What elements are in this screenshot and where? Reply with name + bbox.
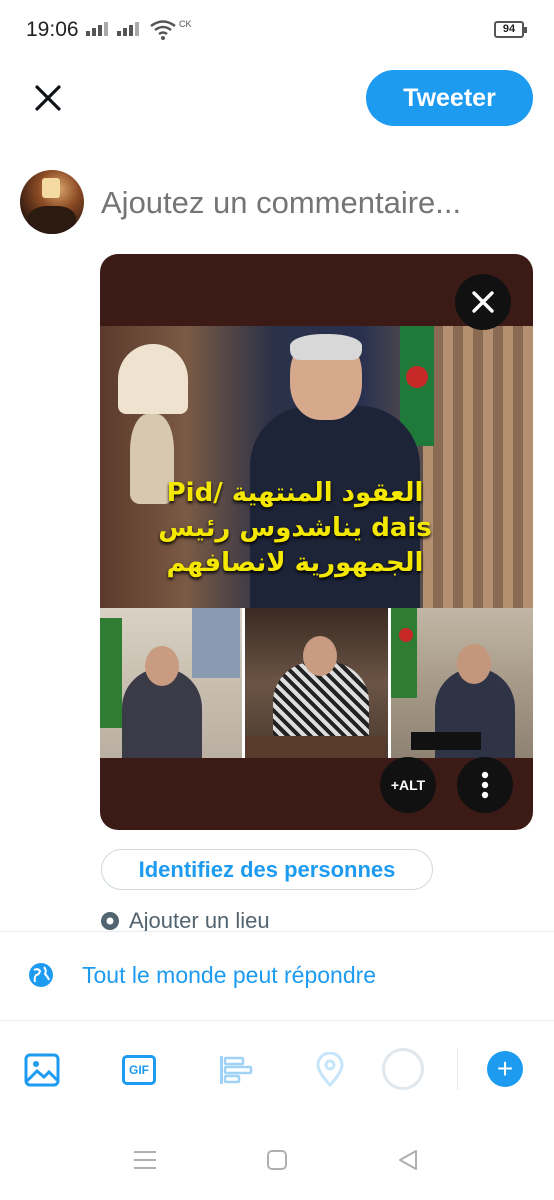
attached-image: العقود المنتهية /Pid dais يناشدوس رئيس ا… <box>100 326 533 608</box>
divider <box>0 1020 554 1021</box>
globe-icon <box>29 963 53 987</box>
square-icon <box>267 1150 287 1170</box>
image-text-line: العقود المنتهية /Pid <box>166 478 424 508</box>
attached-image-collage <box>100 608 533 758</box>
more-vertical-icon <box>481 771 489 799</box>
tag-people-button[interactable]: Identifiez des personnes <box>101 849 433 890</box>
comment-input[interactable] <box>101 178 541 228</box>
menu-icon <box>134 1151 156 1169</box>
battery-indicator: 94 <box>494 21 527 38</box>
wifi-label: CK <box>179 19 192 29</box>
tweet-button[interactable]: Tweeter <box>366 70 533 126</box>
wifi-icon <box>150 20 176 45</box>
close-button[interactable] <box>28 78 68 118</box>
image-caption-text: العقود المنتهية /Pid dais يناشدوس رئيس ا… <box>140 476 450 581</box>
add-tweet-button[interactable]: + <box>487 1051 523 1087</box>
close-icon <box>472 291 494 313</box>
character-count-ring <box>382 1048 424 1090</box>
add-gif-button[interactable]: GIF <box>119 1050 159 1090</box>
location-icon <box>316 1052 344 1088</box>
add-alt-text-button[interactable]: +ALT <box>380 757 436 813</box>
media-attachment: العقود المنتهية /Pid dais يناشدوس رئيس ا… <box>100 254 533 830</box>
add-location-tool-button[interactable] <box>310 1050 350 1090</box>
menu-nav-button[interactable] <box>130 1145 160 1175</box>
image-text-line: الجمهورية لانصافهم <box>166 548 424 579</box>
back-triangle-icon <box>399 1150 417 1170</box>
signal-2-icon <box>117 22 139 41</box>
add-image-button[interactable] <box>22 1050 62 1090</box>
signal-icon <box>86 22 108 41</box>
remove-media-button[interactable] <box>455 274 511 330</box>
gif-icon: GIF <box>122 1055 156 1085</box>
reply-setting-label: Tout le monde peut répondre <box>82 961 377 988</box>
status-time: 19:06 <box>26 18 79 41</box>
location-pin-icon <box>101 912 119 930</box>
image-text-line: dais يناشدوس رئيس <box>158 513 432 544</box>
reply-setting-button[interactable]: Tout le monde peut répondre <box>28 955 376 995</box>
back-nav-button[interactable] <box>393 1145 423 1175</box>
add-poll-button[interactable] <box>215 1050 255 1090</box>
avatar[interactable] <box>20 170 84 234</box>
close-icon <box>35 85 61 111</box>
media-more-button[interactable] <box>457 757 513 813</box>
image-icon <box>24 1053 60 1087</box>
divider <box>0 931 554 932</box>
poll-icon <box>220 1056 253 1084</box>
home-nav-button[interactable] <box>262 1145 292 1175</box>
toolbar-separator <box>457 1048 458 1090</box>
